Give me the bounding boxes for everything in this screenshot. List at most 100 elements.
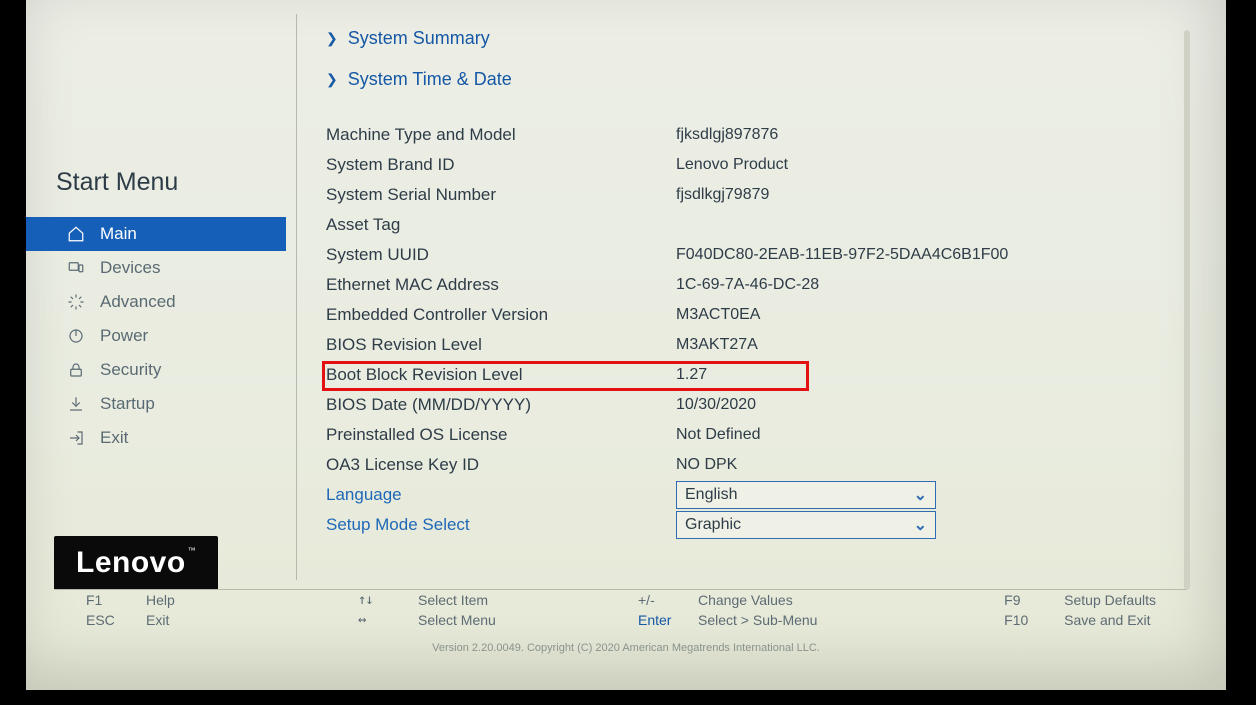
lenovo-logo: Lenovo™ bbox=[54, 536, 218, 590]
row-bios-revision: BIOS Revision LevelM3AKT27A bbox=[326, 330, 1186, 360]
lock-icon bbox=[66, 361, 86, 379]
sidebar-item-label: Security bbox=[100, 360, 161, 380]
advanced-icon bbox=[66, 293, 86, 311]
submenu-label: System Summary bbox=[348, 28, 490, 49]
field-label: Boot Block Revision Level bbox=[326, 365, 676, 385]
hint-enter-submenu: Enter Select > Sub-Menu bbox=[638, 612, 918, 628]
select-value: Graphic bbox=[685, 516, 741, 534]
field-value: M3ACT0EA bbox=[676, 306, 760, 324]
hint-plusminus-change: +/- Change Values bbox=[638, 592, 918, 608]
devices-icon bbox=[66, 259, 86, 277]
field-label: OA3 License Key ID bbox=[326, 455, 676, 475]
row-ec-version: Embedded Controller VersionM3ACT0EA bbox=[326, 300, 1186, 330]
hint-label: Help bbox=[146, 592, 175, 608]
row-machine-type: Machine Type and Modelfjksdlgj897876 bbox=[326, 120, 1186, 150]
sidebar-item-label: Devices bbox=[100, 258, 160, 278]
row-boot-block: Boot Block Revision Level1.27 bbox=[326, 360, 1186, 390]
select-value: English bbox=[685, 486, 737, 504]
row-os-license: Preinstalled OS LicenseNot Defined bbox=[326, 420, 1186, 450]
field-label: BIOS Revision Level bbox=[326, 335, 676, 355]
field-label: System Serial Number bbox=[326, 185, 676, 205]
key-label: Enter bbox=[638, 612, 680, 628]
field-value: 1.27 bbox=[676, 366, 707, 384]
sidebar-item-devices[interactable]: Devices bbox=[26, 251, 286, 285]
field-label: Setup Mode Select bbox=[326, 515, 676, 535]
sidebar-item-startup[interactable]: Startup bbox=[26, 387, 286, 421]
sidebar-item-label: Main bbox=[100, 224, 137, 244]
hint-label: Change Values bbox=[698, 592, 793, 608]
sidebar-item-main[interactable]: Main bbox=[26, 217, 286, 251]
hint-label: Select Menu bbox=[418, 612, 496, 628]
hint-label: Save and Exit bbox=[1064, 612, 1150, 628]
fields-list: Machine Type and Modelfjksdlgj897876 Sys… bbox=[326, 120, 1186, 540]
key-label: F1 bbox=[86, 592, 128, 608]
field-value: M3AKT27A bbox=[676, 336, 758, 354]
field-value: 1C-69-7A-46-DC-28 bbox=[676, 276, 819, 294]
field-value: fjsdlkgj79879 bbox=[676, 186, 769, 204]
row-bios-date: BIOS Date (MM/DD/YYYY)10/30/2020 bbox=[326, 390, 1186, 420]
field-value: F040DC80-2EAB-11EB-97F2-5DAA4C6B1F00 bbox=[676, 246, 1008, 264]
logo-text: Lenovo bbox=[76, 546, 186, 579]
field-label: System UUID bbox=[326, 245, 676, 265]
hint-esc-exit: ESC Exit bbox=[86, 612, 346, 628]
chevron-right-icon: ❯ bbox=[326, 71, 338, 88]
sidebar-item-advanced[interactable]: Advanced bbox=[26, 285, 286, 319]
key-label: F10 bbox=[1004, 612, 1046, 628]
chevron-down-icon: ⌄ bbox=[914, 515, 927, 535]
sidebar-item-label: Advanced bbox=[100, 292, 176, 312]
field-value: NO DPK bbox=[676, 456, 737, 474]
field-value: fjksdlgj897876 bbox=[676, 126, 778, 144]
chevron-right-icon: ❯ bbox=[326, 30, 338, 47]
hint-f9-defaults: F9Setup Defaults bbox=[1004, 592, 1156, 608]
hint-label: Exit bbox=[146, 612, 169, 628]
submenu-system-time-date[interactable]: ❯ System Time & Date bbox=[326, 69, 1186, 90]
hint-updown-select-item: ↑↓ Select Item bbox=[358, 592, 638, 608]
chevron-down-icon: ⌄ bbox=[914, 485, 927, 505]
hint-label: Select > Sub-Menu bbox=[698, 612, 817, 628]
bios-screen: Start Menu Main Devices Advanced Power bbox=[26, 0, 1226, 690]
key-label: F9 bbox=[1004, 592, 1046, 608]
row-oa3-key: OA3 License Key IDNO DPK bbox=[326, 450, 1186, 480]
sidebar-item-label: Exit bbox=[100, 428, 128, 448]
hint-label: Select Item bbox=[418, 592, 488, 608]
field-label: Preinstalled OS License bbox=[326, 425, 676, 445]
startup-icon bbox=[66, 395, 86, 413]
setup-mode-select[interactable]: Graphic ⌄ bbox=[676, 511, 936, 539]
copyright-text: Version 2.20.0049. Copyright (C) 2020 Am… bbox=[26, 642, 1226, 654]
field-label: Machine Type and Model bbox=[326, 125, 676, 145]
arrows-leftright-icon: ↔ bbox=[358, 612, 400, 628]
hint-f10-save-exit: F10 Save and Exit bbox=[1004, 612, 1156, 628]
horizontal-divider bbox=[54, 589, 1186, 590]
language-select[interactable]: English ⌄ bbox=[676, 481, 936, 509]
field-label: System Brand ID bbox=[326, 155, 676, 175]
row-language: Language English ⌄ bbox=[326, 480, 1186, 510]
sidebar-item-security[interactable]: Security bbox=[26, 353, 286, 387]
field-label: Embedded Controller Version bbox=[326, 305, 676, 325]
row-mac-address: Ethernet MAC Address1C-69-7A-46-DC-28 bbox=[326, 270, 1186, 300]
content-panel: ❯ System Summary ❯ System Time & Date Ma… bbox=[286, 0, 1186, 650]
field-value: Not Defined bbox=[676, 426, 761, 444]
footer-help-bar: F1 Help ESC Exit ↑↓ Select Item ↔ Select Men… bbox=[26, 592, 1186, 634]
power-icon bbox=[66, 327, 86, 345]
row-brand-id: System Brand IDLenovo Product bbox=[326, 150, 1186, 180]
arrows-updown-icon: ↑↓ bbox=[358, 592, 400, 608]
sidebar-item-power[interactable]: Power bbox=[26, 319, 286, 353]
submenu-label: System Time & Date bbox=[348, 69, 512, 90]
field-label: Ethernet MAC Address bbox=[326, 275, 676, 295]
row-serial-number: System Serial Numberfjsdlkgj79879 bbox=[326, 180, 1186, 210]
hint-leftright-select-menu: ↔ Select Menu bbox=[358, 612, 638, 628]
home-icon bbox=[66, 225, 86, 243]
submenu-system-summary[interactable]: ❯ System Summary bbox=[326, 28, 1186, 49]
sidebar-item-exit[interactable]: Exit bbox=[26, 421, 286, 455]
key-label: +/- bbox=[638, 592, 680, 608]
row-system-uuid: System UUIDF040DC80-2EAB-11EB-97F2-5DAA4… bbox=[326, 240, 1186, 270]
field-label: BIOS Date (MM/DD/YYYY) bbox=[326, 395, 676, 415]
exit-icon bbox=[66, 429, 86, 447]
sidebar-item-label: Power bbox=[100, 326, 148, 346]
key-label: ESC bbox=[86, 612, 128, 628]
field-label: Asset Tag bbox=[326, 215, 676, 235]
row-setup-mode: Setup Mode Select Graphic ⌄ bbox=[326, 510, 1186, 540]
sidebar-menu: Main Devices Advanced Power Security bbox=[26, 217, 286, 455]
row-asset-tag: Asset Tag bbox=[326, 210, 1186, 240]
field-label: Language bbox=[326, 485, 676, 505]
